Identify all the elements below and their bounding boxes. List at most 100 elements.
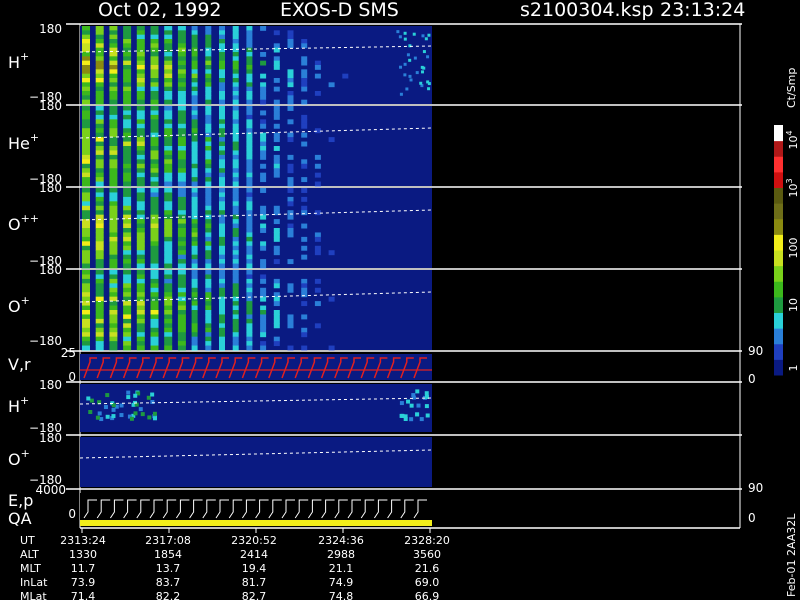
spectrogram-cell: [150, 65, 159, 70]
spectrogram-cell: [177, 110, 186, 116]
spectrogram-cell: [123, 34, 132, 40]
spectrogram-cell: [191, 301, 198, 307]
spectrogram-cell: [205, 65, 212, 70]
spectrogram-cell: [164, 146, 173, 151]
spectrogram-cell: [287, 69, 294, 75]
spectrogram-cell: [109, 196, 118, 202]
spectrogram-cell-lower: [129, 416, 134, 421]
spectrogram-cell: [123, 150, 132, 156]
spectrogram-cell: [150, 95, 159, 101]
spectrogram-cell: [150, 250, 159, 256]
spectrogram-cell: [136, 241, 145, 247]
spectrogram-cell: [177, 188, 186, 193]
spectrogram-cell: [260, 82, 267, 88]
spectrogram-cell: [191, 250, 198, 256]
spectrogram-cell: [136, 270, 145, 275]
spectrogram-cell: [150, 146, 159, 151]
spectrogram-cell: [109, 39, 118, 44]
spectrogram-cell: [301, 223, 308, 229]
spectrogram-cell: [191, 128, 198, 134]
vr-left-bottom-label: 0: [68, 370, 76, 384]
ephemeris-value: 3560: [413, 548, 441, 561]
spectrogram-cell: [109, 123, 118, 129]
spectrogram-cell: [287, 214, 294, 220]
spectrogram-cell: [191, 318, 198, 324]
header-date: Oct 02, 1992: [98, 0, 222, 21]
spectrogram-cell: [123, 219, 132, 225]
spectrogram-cell: [246, 141, 253, 147]
spectrogram-cell: [205, 150, 212, 156]
spectrogram-cell-lower: [140, 412, 145, 417]
spectrogram-cell-lower: [419, 417, 424, 422]
spectrogram-cell: [260, 60, 267, 66]
spectrogram-cell: [123, 168, 132, 174]
spectrogram-cell: [164, 163, 173, 169]
spectrogram-cell: [246, 301, 253, 307]
spectrogram-cell: [150, 52, 159, 57]
spectrogram-cell: [82, 56, 90, 62]
spectrogram-cell: [123, 163, 132, 169]
spectrogram-cell: [205, 318, 212, 324]
spectrogram-cell: [191, 39, 198, 44]
spectrogram-cell: [301, 78, 308, 83]
spectrogram-cell: [219, 283, 225, 289]
spectrogram-cell-lower: [119, 403, 124, 408]
spectrogram-cell: [205, 128, 212, 134]
spectrogram-cell: [123, 196, 132, 202]
spectrogram-cell: [205, 263, 212, 269]
spectrogram-cell: [246, 254, 253, 260]
spectrogram-cell: [232, 283, 239, 289]
spectrogram-cell: [95, 318, 104, 324]
spectrogram-cell: [82, 132, 90, 138]
spectrogram-cell: [136, 278, 145, 284]
spectrogram-cell: [82, 52, 90, 57]
spectrogram-cell: [123, 69, 132, 75]
spectrogram-cell: [150, 150, 159, 156]
spectrogram-cell: [246, 259, 253, 265]
spectrogram-cell: [191, 241, 198, 247]
spectrogram-cell: [150, 287, 159, 293]
spectrogram-cell: [260, 259, 267, 265]
spectrogram-cell: [191, 292, 198, 298]
spectrogram-cell: [109, 345, 118, 351]
spectrogram-cell: [177, 314, 186, 320]
spectrogram-cell: [123, 192, 132, 198]
spectrogram-cell: [95, 310, 104, 315]
spectrogram-cell: [109, 128, 118, 134]
spectrogram-cell: [123, 241, 132, 247]
spectrogram-speckle: [403, 37, 407, 41]
spectrogram-cell: [177, 274, 186, 280]
spectrogram-cell: [191, 163, 198, 169]
spectrogram-cell: [136, 305, 145, 311]
spectrogram-cell: [219, 310, 225, 315]
spectrogram-cell: [191, 205, 198, 211]
spectrogram-cell: [232, 39, 239, 44]
panel-label-o-plusplus: O++: [8, 212, 39, 234]
spectrogram-cell: [150, 181, 159, 187]
spectrogram-cell: [273, 86, 280, 92]
spectrogram-cell: [219, 110, 225, 116]
spectrogram-cell-lower: [89, 398, 94, 403]
spectrogram-cell: [246, 110, 253, 116]
spectrogram-cell: [232, 114, 239, 120]
spectrogram-cell: [177, 236, 186, 242]
spectrogram-cell: [342, 73, 349, 79]
spectrogram-cell: [260, 323, 267, 329]
ephemeris-value: 74.8: [329, 590, 354, 600]
spectrogram-cell: [123, 263, 132, 269]
spectrogram-cell: [260, 332, 267, 338]
spectrogram-cell: [246, 219, 253, 225]
spectrogram-cell: [109, 245, 118, 251]
spectrogram-cell: [301, 86, 308, 92]
spectrogram-cell: [232, 327, 239, 333]
spectrogram-cell: [328, 137, 335, 143]
spectrogram-cell: [232, 34, 239, 40]
spectrogram-cell: [287, 43, 294, 49]
spectrogram-cell: [191, 341, 198, 347]
spectrogram-cell: [95, 78, 104, 83]
spectrogram-cell: [301, 60, 308, 66]
spectrogram-cell: [205, 30, 212, 36]
spectrogram-cell: [177, 245, 186, 251]
spectrogram-cell: [205, 245, 212, 251]
spectrogram-cell: [232, 292, 239, 298]
